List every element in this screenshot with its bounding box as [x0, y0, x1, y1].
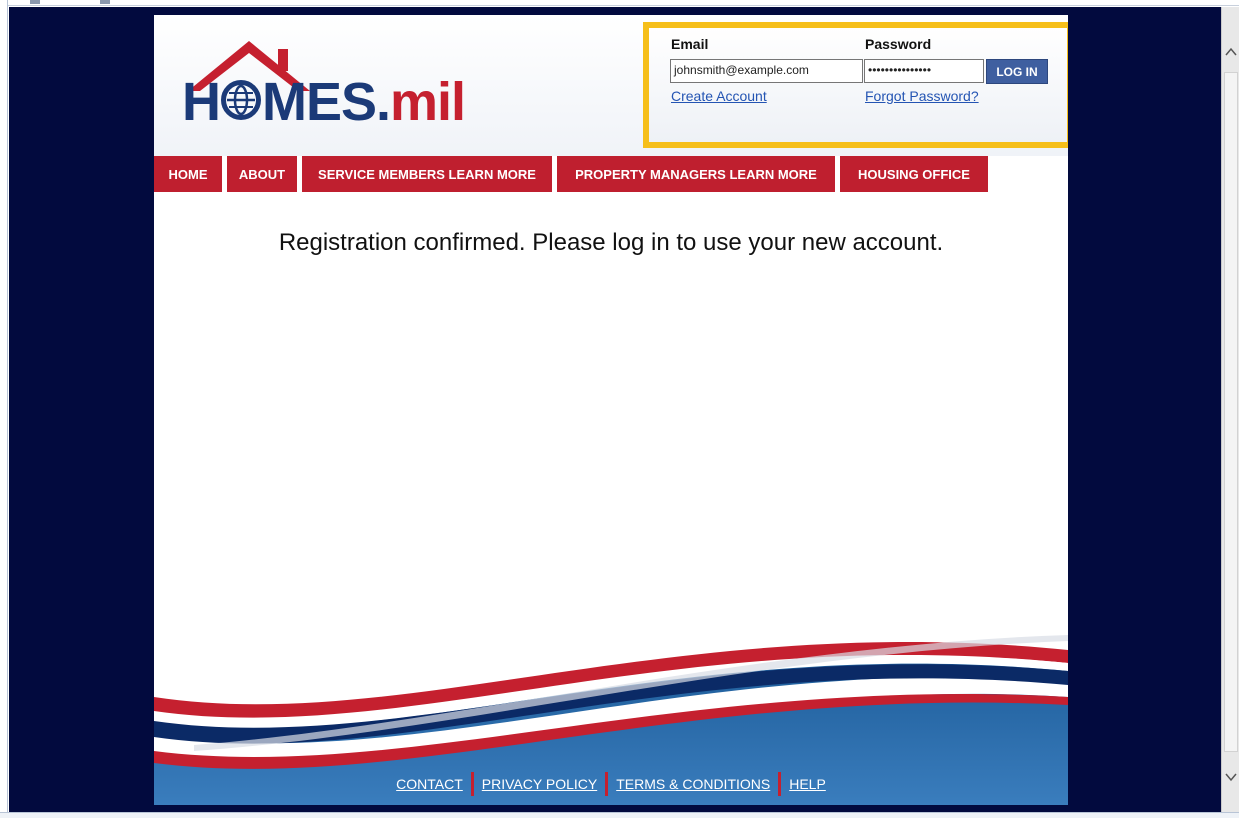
vertical-scrollbar[interactable]	[1221, 7, 1239, 812]
login-panel: Email Password johnsmith@example.com •••…	[643, 22, 1068, 148]
create-account-link[interactable]: Create Account	[671, 88, 767, 104]
homes-mil-logo[interactable]: H MES.mil	[174, 33, 504, 143]
scrollbar-thumb[interactable]	[1224, 72, 1238, 752]
password-label: Password	[865, 36, 932, 52]
nav-item-service-members[interactable]: SERVICE MEMBERS LEARN MORE	[302, 156, 552, 192]
footer-links: CONTACT PRIVACY POLICY TERMS & CONDITION…	[154, 772, 1068, 796]
email-field[interactable]: johnsmith@example.com	[670, 59, 863, 83]
window-bottom-edge	[0, 812, 1239, 818]
chevron-down-icon[interactable]	[1222, 762, 1239, 792]
footer-privacy-link[interactable]: PRIVACY POLICY	[474, 776, 605, 792]
toolbar-icon[interactable]	[100, 0, 110, 4]
email-label: Email	[671, 36, 709, 52]
password-field[interactable]: •••••••••••••••	[864, 59, 984, 83]
globe-icon	[221, 80, 261, 120]
toolbar-icon[interactable]	[30, 0, 40, 4]
footer-terms-link[interactable]: TERMS & CONDITIONS	[608, 776, 778, 792]
login-button[interactable]: LOG IN	[986, 59, 1048, 84]
nav-item-housing-office[interactable]: HOUSING OFFICE	[840, 156, 988, 192]
footer-contact-link[interactable]: CONTACT	[388, 776, 471, 792]
confirmation-message: Registration confirmed. Please log in to…	[278, 229, 944, 256]
nav-item-property-managers[interactable]: PROPERTY MANAGERS LEARN MORE	[557, 156, 835, 192]
main-nav: HOME ABOUT SERVICE MEMBERS LEARN MORE PR…	[154, 156, 1068, 198]
window-left-edge	[0, 0, 8, 818]
chevron-up-icon[interactable]	[1222, 37, 1239, 67]
site-header: H MES.mil Email Password johnsmith@exampl…	[154, 15, 1068, 156]
footer-help-link[interactable]: HELP	[781, 776, 834, 792]
forgot-password-link[interactable]: Forgot Password?	[865, 88, 979, 104]
nav-item-home[interactable]: HOME	[154, 156, 222, 192]
homes-mil-page: H MES.mil Email Password johnsmith@exampl…	[154, 15, 1068, 805]
logo-wordmark: H MES.mil	[182, 72, 466, 132]
nav-item-about[interactable]: ABOUT	[227, 156, 297, 192]
browser-toolbar	[0, 0, 1239, 6]
